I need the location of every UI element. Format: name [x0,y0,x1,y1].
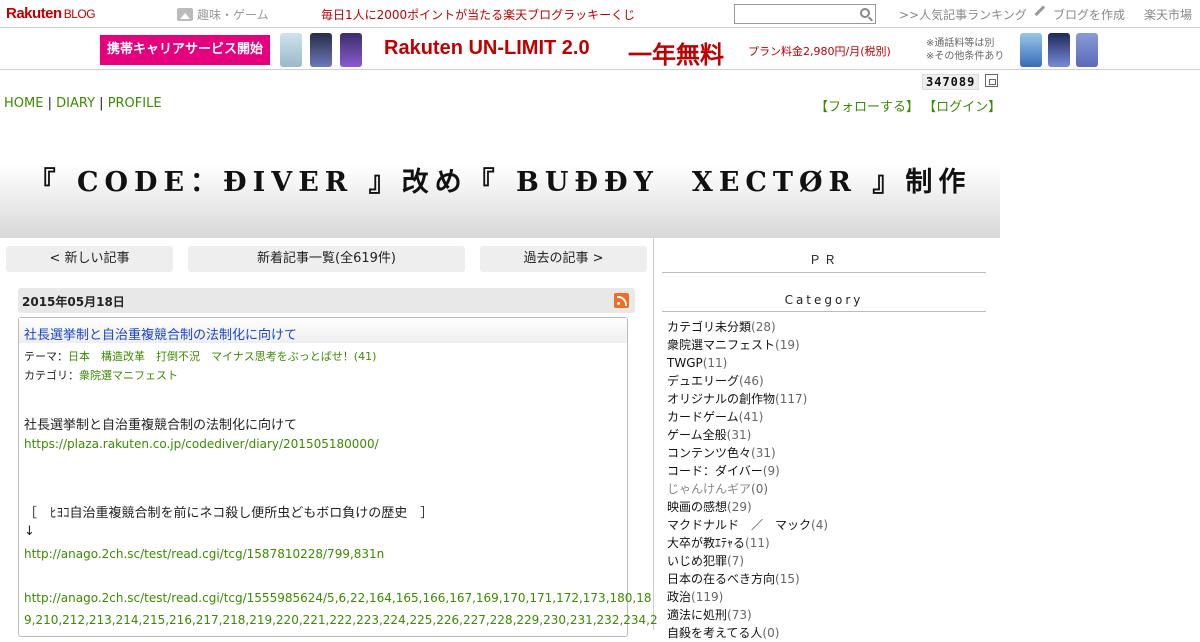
newer-post-button[interactable]: < 新しい記事 [6,246,173,272]
phone-image [280,33,302,67]
post-title[interactable]: 社長選挙制と自治重複競合制の法制化に向けて [24,324,297,343]
category-list: カテゴリ未分類(28) 衆院選マニフェスト(19) TWGP(11) デュエリー… [667,318,828,642]
ad-banner-area: 携帯キャリアサービス開始 Rakuten UN-LIMIT 2.0 一年無料 プ… [0,28,1200,70]
post-date: 2015年05月18日 [22,295,125,309]
genre-link[interactable]: 趣味・ゲーム [177,6,269,23]
nav-diary[interactable]: DIARY [56,96,95,111]
create-blog-link[interactable]: ブログを作成 [1034,5,1125,23]
rakuten-ichiba-link[interactable]: 楽天市場 [1144,6,1192,23]
post-body-line: 社長選挙制と自治重複競合制の法制化に向けて [24,418,298,433]
post-body-line: ↓ [24,524,35,539]
older-post-button[interactable]: 過去の記事 > [480,246,647,272]
post-link[interactable]: https://plaza.rakuten.co.jp/codediver/di… [24,437,379,451]
post-link[interactable]: 9,210,212,213,214,215,216,217,218,219,22… [24,613,658,627]
category-item[interactable]: マクドナルド ／ マック(4) [667,516,828,534]
category-item[interactable]: TWGP(11) [667,354,828,372]
post-date-bar: 2015年05月18日 [18,288,635,313]
column-divider [653,238,654,630]
ad-banner[interactable]: 携帯キャリアサービス開始 Rakuten UN-LIMIT 2.0 一年無料 プ… [100,31,1100,69]
category-item[interactable]: いじめ犯罪(7) [667,552,828,570]
category-item[interactable]: じゃんけんギア(0) [667,480,828,498]
lucky-lottery-link[interactable]: 毎日1人に2000ポイントが当たる楽天ブログラッキーくじ [321,6,635,23]
ranking-link[interactable]: >>人気記事ランキング [899,6,1027,23]
search-icon[interactable] [860,8,870,18]
banner-carrier-label: 携帯キャリアサービス開始 [100,35,270,65]
nav-profile[interactable]: PROFILE [108,96,162,111]
post-body-line: ［ ﾋﾖｺ自治重複競合制を前にネコ殺し便所虫どもボロ負けの歴史 ］ [24,506,434,521]
banner-notes: ※通話料等は別 ※その他条件あり [926,38,1005,62]
rakuten-blog-logo[interactable]: Rakuten BLOG [6,5,96,22]
category-item[interactable]: 日本の在るべき方向(15) [667,570,828,588]
category-item[interactable]: 適法に処刑(73) [667,606,828,624]
phone-image [310,33,332,67]
follow-link[interactable]: 【フォローする】 [815,100,919,115]
user-actions: 【フォローする】 【ログイン】 [815,96,1001,115]
post-title-bar: 社長選挙制と自治重複競合制の法制化に向けて [19,318,627,343]
phone-image [1048,33,1070,67]
phone-image [1076,33,1098,67]
category-item[interactable]: 政治(119) [667,588,828,606]
sidebar-category-heading: Category [662,293,986,312]
post-category-link[interactable]: 衆院選マニフェスト [79,369,178,382]
post-link[interactable]: http://anago.2ch.sc/test/read.cgi/tcg/15… [24,547,384,561]
pencil-icon [1034,5,1052,23]
post-theme: テーマ：日本 構造改革 打倒不況 マイナス思考をぶっとばせ！(41) [24,350,377,363]
category-item[interactable]: 自殺を考えてる人(0) [667,624,828,642]
blog-nav: HOME | DIARY | PROFILE [4,96,162,111]
category-item[interactable]: オリジナルの創作物(117) [667,390,828,408]
category-item[interactable]: カテゴリ未分類(28) [667,318,828,336]
banner-unlimit: Rakuten UN-LIMIT 2.0 [384,37,590,59]
phone-image [1020,33,1042,67]
category-item[interactable]: コンテンツ色々(31) [667,444,828,462]
category-item[interactable]: デュエリーグ(46) [667,372,828,390]
image-icon [177,8,193,21]
nav-home[interactable]: HOME [4,96,43,111]
search-input[interactable] [734,4,876,24]
phone-image [340,33,362,67]
banner-free: 一年無料 [628,41,724,69]
post-link[interactable]: http://anago.2ch.sc/test/read.cgi/tcg/15… [24,591,652,605]
category-item[interactable]: カードゲーム(41) [667,408,828,426]
blog-header: 『 CODE：ĐIVER 』改め『 BUĐĐY XECTØR 』制作 [0,116,1000,238]
category-item[interactable]: ゲーム全般(31) [667,426,828,444]
post-article: 社長選挙制と自治重複競合制の法制化に向けて テーマ：日本 構造改革 打倒不況 マ… [18,317,658,637]
counter-info-icon[interactable] [985,74,998,87]
category-item[interactable]: コード：ダイバー(9) [667,462,828,480]
top-bar: Rakuten BLOG 趣味・ゲーム 毎日1人に2000ポイントが当たる楽天ブロ… [0,0,1200,28]
post-category: カテゴリ：衆院選マニフェスト [24,369,178,382]
sidebar-pr-heading: ＰＲ [662,251,986,273]
login-link[interactable]: 【ログイン】 [923,100,1001,115]
category-item[interactable]: 衆院選マニフェスト(19) [667,336,828,354]
post-list-button[interactable]: 新着記事一覧(全619件) [188,246,465,272]
category-item[interactable]: 映画の感想(29) [667,498,828,516]
category-item[interactable]: 大卒が教ｴﾃｬる(11) [667,534,828,552]
access-counter: 347089 [922,74,980,90]
blog-title[interactable]: 『 CODE：ĐIVER 』改め『 BUĐĐY XECTØR 』制作 [0,160,1000,199]
rss-icon[interactable] [614,293,629,308]
post-theme-link[interactable]: 日本 構造改革 打倒不況 マイナス思考をぶっとばせ！(41) [68,350,376,363]
banner-price: プラン料金2,980円/月(税別) [748,45,891,58]
